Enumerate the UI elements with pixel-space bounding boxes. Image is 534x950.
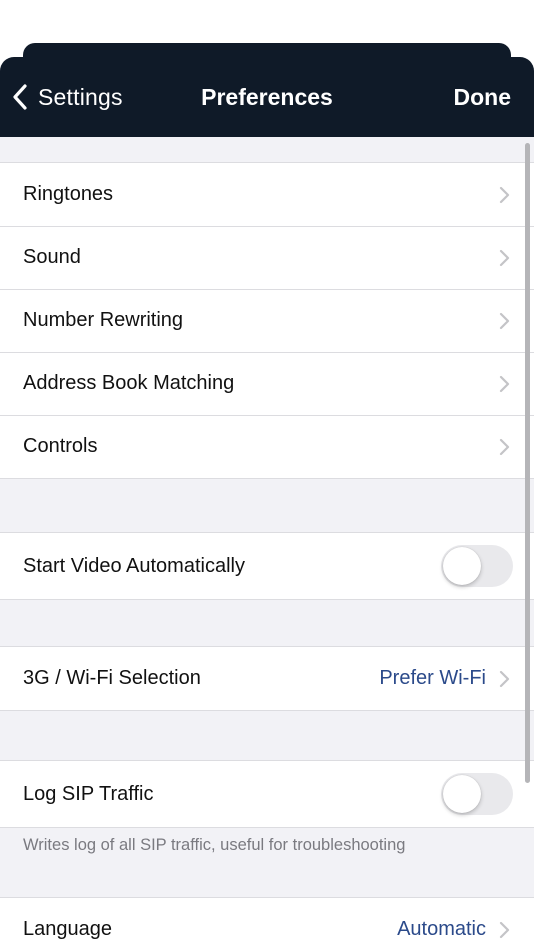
list-item-number-rewriting[interactable]: Number Rewriting: [0, 289, 534, 352]
row-label: Ringtones: [23, 183, 114, 205]
list-item-sound[interactable]: Sound: [0, 226, 534, 289]
list-item-controls[interactable]: Controls: [0, 415, 534, 478]
start-video-toggle[interactable]: [441, 545, 513, 587]
row-label: Sound: [23, 246, 81, 268]
row-value: Prefer Wi-Fi: [379, 667, 486, 689]
language-settings-group: Language Automatic: [0, 897, 534, 950]
chevron-right-icon: [499, 921, 510, 938]
navigation-bar: Settings Preferences Done: [0, 57, 534, 137]
main-settings-group: Ringtones Sound Number Rewriting Address…: [0, 162, 534, 479]
chevron-left-icon: [13, 84, 27, 110]
log-sip-toggle[interactable]: [441, 773, 513, 815]
scrollbar[interactable]: [525, 143, 530, 783]
row-label: Language: [23, 918, 112, 940]
chevron-right-icon: [499, 186, 510, 203]
network-settings-group: 3G / Wi-Fi Selection Prefer Wi-Fi: [0, 646, 534, 711]
list-item-address-book-matching[interactable]: Address Book Matching: [0, 352, 534, 415]
back-button[interactable]: Settings: [10, 79, 123, 115]
row-label: Start Video Automatically: [23, 554, 245, 577]
list-item-ringtones[interactable]: Ringtones: [0, 163, 534, 226]
row-label: Number Rewriting: [23, 309, 184, 331]
done-button[interactable]: Done: [454, 79, 512, 115]
row-label: Address Book Matching: [23, 372, 235, 394]
row-value: Automatic: [397, 918, 486, 940]
sip-footnote: Writes log of all SIP traffic, useful fo…: [23, 836, 406, 854]
sip-settings-group: Log SIP Traffic: [0, 760, 534, 828]
row-label: 3G / Wi-Fi Selection: [23, 667, 201, 689]
preferences-screen: Settings Preferences Done Ringtones Soun…: [0, 0, 534, 950]
back-button-label: Settings: [38, 83, 123, 110]
row-label: Log SIP Traffic: [23, 782, 154, 805]
list-item-start-video: Start Video Automatically: [0, 533, 534, 599]
chevron-right-icon: [499, 375, 510, 392]
toggle-knob: [443, 775, 481, 813]
toggle-knob: [443, 547, 481, 585]
list-item-network-selection[interactable]: 3G / Wi-Fi Selection Prefer Wi-Fi: [0, 647, 534, 710]
chevron-right-icon: [499, 438, 510, 455]
chevron-right-icon: [499, 670, 510, 687]
list-item-language[interactable]: Language Automatic: [0, 898, 534, 950]
list-item-log-sip: Log SIP Traffic: [0, 761, 534, 827]
row-label: Controls: [23, 435, 98, 457]
chevron-right-icon: [499, 249, 510, 266]
video-settings-group: Start Video Automatically: [0, 532, 534, 600]
chevron-right-icon: [499, 312, 510, 329]
